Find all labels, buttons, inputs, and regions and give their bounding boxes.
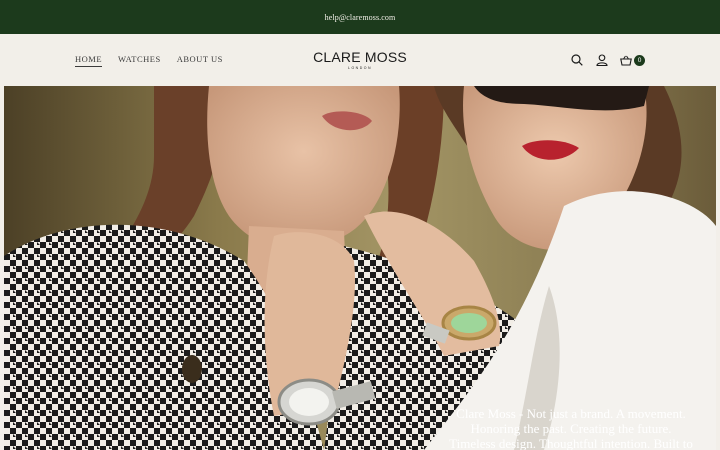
cart-count-badge: 0 [634,54,645,66]
support-email-link[interactable]: help@claremoss.com [325,13,396,22]
search-icon[interactable] [570,53,584,67]
cart-button[interactable]: 0 [620,53,645,67]
hero-banner: Clare Moss - Not just a brand. A movemen… [4,86,716,450]
site-header: HOME WATCHES ABOUT US CLARE MOSS LONDON … [0,34,720,86]
announcement-bar: help@claremoss.com [0,0,720,34]
header-actions: 0 [570,34,645,86]
tagline-line: Clare Moss - Not just a brand. A movemen… [456,406,686,421]
hero-photo [4,86,716,450]
hero-tagline: Clare Moss - Not just a brand. A movemen… [436,406,706,450]
basket-icon [620,55,632,66]
account-icon[interactable] [595,53,609,67]
tagline-line: Honoring the past. Creating the future. [470,421,672,436]
tagline-line: Timeless design. Thoughtful intention. B… [449,436,693,450]
